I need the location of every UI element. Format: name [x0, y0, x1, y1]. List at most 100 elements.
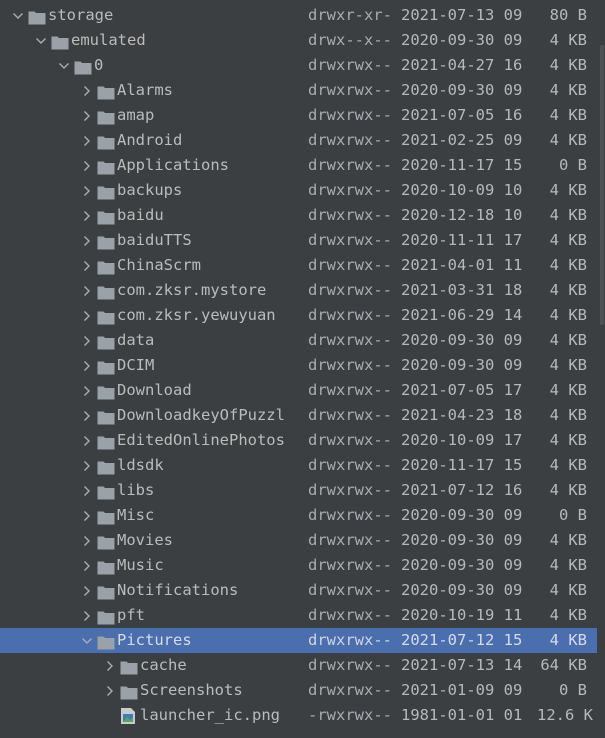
- tree-row[interactable]: amap drwxrwx-- 2021-07-05 16 4 KB: [0, 103, 597, 128]
- permissions: -rwxrwx--: [308, 706, 392, 724]
- tree-row[interactable]: Android drwxrwx-- 2021-02-25 09 4 KB: [0, 128, 597, 153]
- date: 2021-04-01 11: [401, 256, 523, 274]
- tree-row[interactable]: ChinaScrm drwxrwx-- 2021-04-01 11 4 KB: [0, 253, 597, 278]
- tree-row[interactable]: EditedOnlinePhotos drwxrwx-- 2020-10-09 17…: [0, 428, 597, 453]
- permissions: drwxrwx--: [308, 506, 392, 524]
- chevron-down-icon[interactable]: [35, 28, 47, 53]
- chevron-right-icon[interactable]: [81, 178, 93, 203]
- chevron-right-icon[interactable]: [81, 228, 93, 253]
- date: 2020-10-19 11: [401, 606, 523, 624]
- permissions: drwx--x--: [308, 31, 392, 49]
- tree-row[interactable]: launcher_ic.png -rwxrwx-- 1981-01-01 01 12.…: [0, 703, 597, 728]
- chevron-right-icon[interactable]: [81, 528, 93, 553]
- folder-icon: [120, 658, 138, 675]
- file-name: libs: [117, 481, 155, 499]
- tree-row[interactable]: baiduTTS drwxrwx-- 2020-11-11 17 4 KB: [0, 228, 597, 253]
- size: 0 B: [559, 156, 587, 174]
- tree-row[interactable]: backups drwxrwx-- 2020-10-09 10 4 KB: [0, 178, 597, 203]
- chevron-right-icon[interactable]: [104, 653, 116, 678]
- tree-row[interactable]: Pictures drwxrwx-- 2021-07-12 15 4 KB: [0, 628, 597, 653]
- folder-icon: [97, 383, 115, 400]
- date: 2021-07-05 17: [401, 381, 523, 399]
- date: 1981-01-01 01: [401, 706, 523, 724]
- file-name: Screenshots: [140, 681, 243, 699]
- tree-row[interactable]: pft drwxrwx-- 2020-10-19 11 4 KB: [0, 603, 597, 628]
- folder-icon: [97, 258, 115, 275]
- file-name: com.zksr.yewuyuan: [117, 306, 276, 324]
- tree-row[interactable]: DCIM drwxrwx-- 2020-09-30 09 4 KB: [0, 353, 597, 378]
- file-name: Misc: [117, 506, 155, 524]
- tree-row[interactable]: storage drwxr-xr- 2021-07-13 09 80 B: [0, 3, 597, 28]
- chevron-right-icon[interactable]: [81, 78, 93, 103]
- file-name: launcher_ic.png: [140, 706, 280, 724]
- permissions: drwxrwx--: [308, 306, 392, 324]
- chevron-right-icon[interactable]: [81, 503, 93, 528]
- tree-row[interactable]: DownloadkeyOfPuzzl drwxrwx-- 2021-04-23 18…: [0, 403, 597, 428]
- tree-row[interactable]: Music drwxrwx-- 2020-09-30 09 4 KB: [0, 553, 597, 578]
- size: 4 KB: [549, 31, 587, 49]
- folder-icon: [97, 283, 115, 300]
- chevron-right-icon[interactable]: [81, 578, 93, 603]
- tree-row[interactable]: com.zksr.mystore drwxrwx-- 2021-03-31 18 4 …: [0, 278, 597, 303]
- chevron-right-icon[interactable]: [81, 378, 93, 403]
- size: 4 KB: [549, 206, 587, 224]
- permissions: drwxrwx--: [308, 56, 392, 74]
- chevron-down-icon[interactable]: [12, 3, 24, 28]
- tree-row[interactable]: Screenshots drwxrwx-- 2021-01-09 09 0 B: [0, 678, 597, 703]
- permissions: drwxrwx--: [308, 406, 392, 424]
- permissions: drwxrwx--: [308, 81, 392, 99]
- chevron-right-icon[interactable]: [81, 253, 93, 278]
- chevron-down-icon[interactable]: [81, 628, 93, 653]
- chevron-right-icon[interactable]: [81, 428, 93, 453]
- chevron-right-icon[interactable]: [81, 328, 93, 353]
- folder-icon: [51, 33, 69, 50]
- chevron-right-icon[interactable]: [81, 103, 93, 128]
- chevron-right-icon[interactable]: [81, 553, 93, 578]
- chevron-right-icon[interactable]: [81, 403, 93, 428]
- tree-row[interactable]: libs drwxrwx-- 2021-07-12 16 4 KB: [0, 478, 597, 503]
- tree-row[interactable]: baidu drwxrwx-- 2020-12-18 10 4 KB: [0, 203, 597, 228]
- chevron-right-icon[interactable]: [81, 303, 93, 328]
- chevron-right-icon[interactable]: [81, 153, 93, 178]
- tree-row[interactable]: cache drwxrwx-- 2021-07-13 14 64 KB: [0, 653, 597, 678]
- folder-icon: [97, 158, 115, 175]
- tree-row[interactable]: emulated drwx--x-- 2020-09-30 09 4 KB: [0, 28, 597, 53]
- tree-row[interactable]: 0 drwxrwx-- 2021-04-27 16 4 KB: [0, 53, 597, 78]
- tree-row[interactable]: data drwxrwx-- 2020-09-30 09 4 KB: [0, 328, 597, 353]
- permissions: drwxrwx--: [308, 631, 392, 649]
- date: 2021-03-31 18: [401, 281, 523, 299]
- size: 4 KB: [549, 331, 587, 349]
- folder-icon: [97, 433, 115, 450]
- size: 4 KB: [549, 131, 587, 149]
- tree-row[interactable]: Movies drwxrwx-- 2020-09-30 09 4 KB: [0, 528, 597, 553]
- size: 4 KB: [549, 531, 587, 549]
- size: 4 KB: [549, 56, 587, 74]
- chevron-right-icon[interactable]: [81, 278, 93, 303]
- file-name: backups: [117, 181, 183, 199]
- tree-row[interactable]: Download drwxrwx-- 2021-07-05 17 4 KB: [0, 378, 597, 403]
- file-name: cache: [140, 656, 187, 674]
- chevron-right-icon[interactable]: [104, 678, 116, 703]
- vertical-scrollbar[interactable]: [600, 45, 604, 325]
- tree-row[interactable]: ldsdk drwxrwx-- 2020-11-17 15 4 KB: [0, 453, 597, 478]
- tree-row[interactable]: com.zksr.yewuyuan drwxrwx-- 2021-06-29 14 4…: [0, 303, 597, 328]
- chevron-down-icon[interactable]: [58, 53, 70, 78]
- permissions: drwxrwx--: [308, 606, 392, 624]
- chevron-right-icon[interactable]: [81, 453, 93, 478]
- tree-row[interactable]: Notifications drwxrwx-- 2020-09-30 09 4 KB: [0, 578, 597, 603]
- chevron-right-icon[interactable]: [81, 478, 93, 503]
- folder-icon: [97, 208, 115, 225]
- folder-icon: [28, 8, 46, 25]
- chevron-right-icon[interactable]: [81, 128, 93, 153]
- permissions: drwxrwx--: [308, 656, 392, 674]
- tree-row[interactable]: Alarms drwxrwx-- 2020-09-30 09 4 KB: [0, 78, 597, 103]
- date: 2020-10-09 17: [401, 431, 523, 449]
- tree-row[interactable]: Misc drwxrwx-- 2020-09-30 09 0 B: [0, 503, 597, 528]
- chevron-right-icon[interactable]: [81, 203, 93, 228]
- file-name: pft: [117, 606, 145, 624]
- chevron-right-icon[interactable]: [81, 603, 93, 628]
- tree-row[interactable]: Applications drwxrwx-- 2020-11-17 15 0 B: [0, 153, 597, 178]
- chevron-right-icon[interactable]: [81, 353, 93, 378]
- date: 2021-06-29 14: [401, 306, 523, 324]
- date: 2020-09-30 09: [401, 331, 523, 349]
